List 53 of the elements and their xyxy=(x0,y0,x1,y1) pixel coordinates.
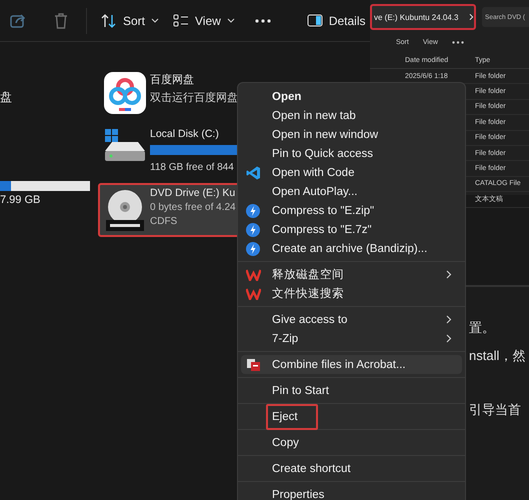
delete-icon[interactable] xyxy=(54,12,68,28)
menu-item[interactable]: Give access to xyxy=(241,310,462,329)
address-bar[interactable]: ve (E:) Kubuntu 24.04.3 xyxy=(370,4,476,30)
drive-label: 盘 xyxy=(0,89,13,106)
documents-icon xyxy=(246,358,261,372)
drive-info: 0 bytes free of 4.24 xyxy=(150,202,236,213)
menu-item[interactable]: 释放磁盘空间 xyxy=(241,265,462,284)
drive-name: Local Disk (C:) xyxy=(150,128,219,140)
view-icon xyxy=(173,14,190,27)
hard-drive-icon xyxy=(104,128,146,162)
chevron-right-icon xyxy=(446,270,452,279)
office-suite-icon xyxy=(246,268,261,280)
menu-item[interactable]: Pin to Start xyxy=(241,381,462,400)
share-icon[interactable] xyxy=(10,12,28,28)
lightning-icon xyxy=(246,222,260,236)
more-icon[interactable] xyxy=(254,18,271,22)
chevron-down-icon xyxy=(151,18,160,23)
code-editor-icon xyxy=(246,165,261,180)
menu-item[interactable]: Combine files in Acrobat... xyxy=(241,355,462,374)
menu-item[interactable]: Open in new window xyxy=(241,125,462,144)
document-text: 引导当首 xyxy=(469,401,522,419)
menu-item[interactable]: Pin to Quick access xyxy=(241,144,462,163)
menu-item[interactable]: Create shortcut xyxy=(241,459,462,478)
drive-name: 百度网盘 xyxy=(150,72,194,87)
menu-item[interactable]: 7-Zip xyxy=(241,329,462,348)
dvd-drive-icon xyxy=(104,187,146,233)
lightning-icon xyxy=(246,204,260,218)
chevron-down-icon xyxy=(226,18,235,23)
menu-item[interactable]: Open with Code xyxy=(241,163,462,182)
sort-button[interactable]: Sort xyxy=(101,12,160,30)
chevron-right-icon xyxy=(446,315,452,324)
drive-info: 双击运行百度网盘 xyxy=(150,90,238,105)
drive-name: DVD Drive (E:) Ku xyxy=(150,187,236,199)
menu-item[interactable]: Create an archive (Bandizip)... xyxy=(241,239,462,258)
menu-item[interactable]: Properties xyxy=(241,485,462,500)
drive-info: CDFS xyxy=(150,216,178,227)
address-text: ve (E:) Kubuntu 24.04.3 xyxy=(374,12,458,22)
document-text: nstall，然 xyxy=(469,347,526,365)
view-button[interactable]: View xyxy=(173,12,235,30)
menu-item[interactable]: 文件快速搜索 xyxy=(241,284,462,303)
details-button[interactable]: Details xyxy=(306,12,366,30)
drive-info: 118 GB free of 844 xyxy=(150,162,234,173)
cloud-app-icon xyxy=(104,72,146,114)
office-suite-icon xyxy=(246,288,261,300)
sort-icon xyxy=(101,14,117,28)
menu-item[interactable]: Copy xyxy=(241,433,462,452)
more-icon[interactable] xyxy=(452,40,464,44)
chevron-right-icon xyxy=(468,13,474,21)
storage-text: 7.99 GB xyxy=(0,194,42,206)
details-pane-icon xyxy=(306,14,323,27)
document-text: 置。 xyxy=(469,319,496,337)
chevron-right-icon xyxy=(446,334,452,343)
lightning-icon xyxy=(246,242,260,256)
